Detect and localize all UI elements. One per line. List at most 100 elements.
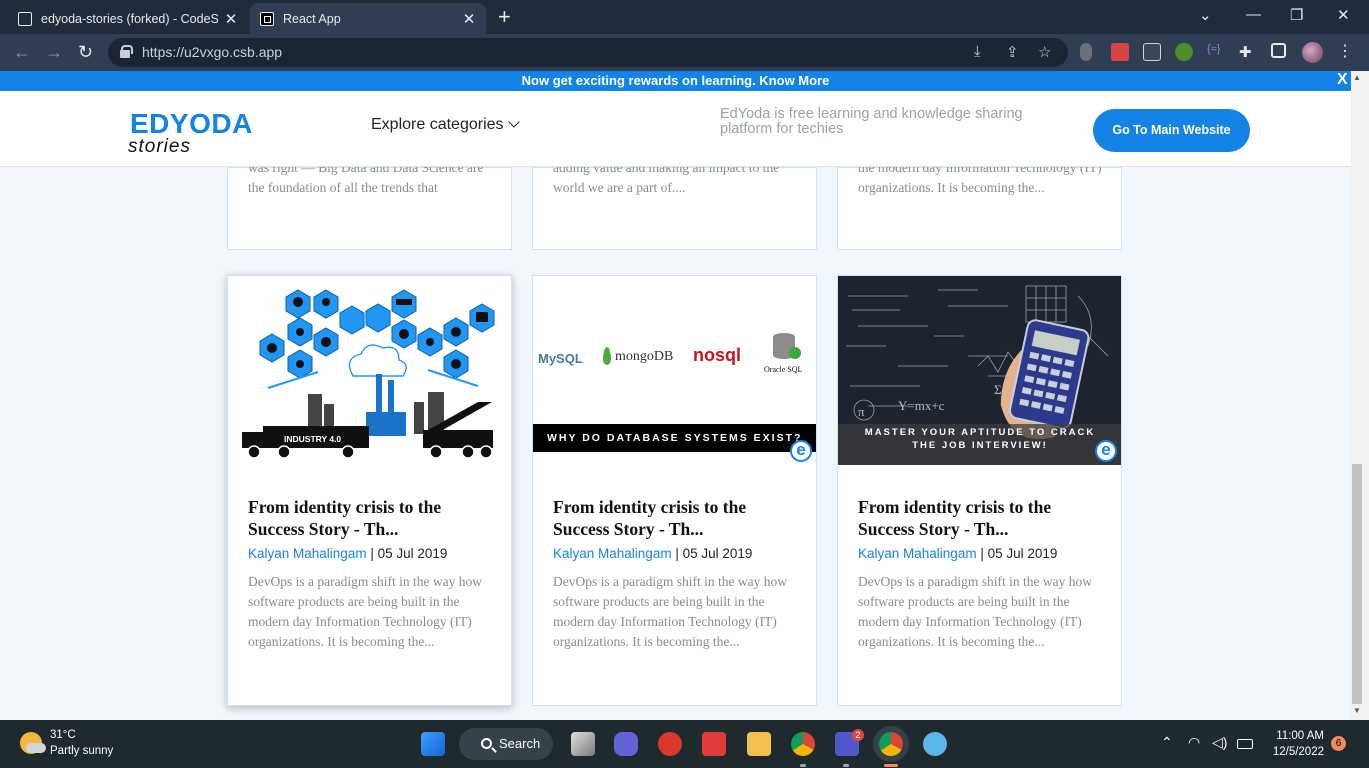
profile-avatar[interactable] — [1302, 42, 1323, 63]
clock[interactable]: 11:00 AM 12/5/2022 — [1270, 728, 1324, 760]
card-meta: Kalyan Mahalingam | 05 Jul 2019 — [553, 546, 752, 561]
card-date: 05 Jul 2019 — [987, 546, 1058, 561]
windows-start-icon[interactable] — [421, 732, 445, 756]
chrome-icon[interactable] — [791, 732, 815, 756]
card-date: 05 Jul 2019 — [682, 546, 753, 561]
address-bar[interactable]: https://u2vxgo.csb.app ⤓ ⇪ ☆ — [108, 38, 1068, 67]
article-card[interactable]: MySQL mongoDB nosql Oracle SQL WHY DO DA… — [532, 275, 817, 706]
thumb-caption: WHY DO DATABASE SYSTEMS EXIST? — [533, 424, 816, 452]
browser-toolbar: ← → ↻ https://u2vxgo.csb.app ⤓ ⇪ ☆ {≈} ✚… — [0, 34, 1369, 71]
battery-icon[interactable] — [1237, 739, 1253, 749]
scrollbar-thumb[interactable] — [1352, 464, 1362, 704]
weather-temperature[interactable]: 31°C — [50, 729, 76, 741]
extension-pen-icon[interactable] — [1143, 43, 1161, 61]
card-meta: Kalyan Mahalingam | 05 Jul 2019 — [858, 546, 1057, 561]
tab-search-chevron-icon[interactable]: ⌄ — [1199, 6, 1212, 24]
promo-banner[interactable]: Now get exciting rewards on learning. Kn… — [0, 71, 1351, 91]
card-title[interactable]: From identity crisis to the Success Stor… — [858, 496, 1103, 540]
lock-icon — [120, 45, 133, 58]
file-explorer-icon[interactable] — [747, 732, 771, 756]
explore-label: Explore categories — [371, 116, 504, 133]
extensions-puzzle-icon[interactable]: ✚ — [1239, 43, 1257, 61]
share-icon[interactable]: ⇪ — [1006, 43, 1019, 61]
codesandbox-favicon-icon — [18, 11, 32, 26]
extension-braces-icon[interactable]: {≈} — [1207, 43, 1225, 61]
task-view-icon[interactable] — [571, 732, 595, 756]
browser-menu-icon[interactable]: ⋮ — [1337, 41, 1353, 61]
close-tab-icon[interactable]: ✕ — [462, 10, 476, 28]
taskbar-search[interactable]: Search — [459, 728, 553, 760]
side-panel-icon[interactable] — [1271, 43, 1286, 58]
back-icon[interactable]: ← — [13, 42, 31, 63]
active-app-indicator — [884, 764, 898, 767]
extension-puzzle-red-icon[interactable] — [1111, 43, 1129, 61]
forward-icon[interactable]: → — [45, 42, 63, 63]
windows-taskbar: 31°C Partly sunny Search 2 ⌃ ◠ ◁) 11:00 … — [0, 720, 1369, 768]
thumb-caption: MASTER YOUR APTITUDE TO CRACK THE JOB IN… — [864, 427, 1096, 451]
minimize-icon[interactable]: — — [1246, 6, 1261, 23]
article-card[interactable]: the modern day Information Technology (I… — [837, 160, 1122, 250]
search-icon — [481, 738, 492, 749]
card-author[interactable]: Kalyan Mahalingam — [858, 546, 977, 561]
clock-date: 12/5/2022 — [1272, 746, 1324, 758]
card-thumbnail-database: MySQL mongoDB nosql Oracle SQL WHY DO DA… — [533, 276, 816, 465]
new-tab-icon[interactable]: + — [498, 5, 511, 29]
notification-badge[interactable]: 6 — [1331, 736, 1346, 751]
card-title[interactable]: From identity crisis to the Success Stor… — [248, 496, 493, 540]
go-to-main-website-button[interactable]: Go To Main Website — [1093, 109, 1250, 152]
app-red-icon[interactable] — [702, 732, 726, 756]
scroll-down-arrow-icon[interactable]: ▼ — [1353, 706, 1361, 715]
app-power-icon[interactable] — [658, 732, 682, 756]
oracle-sql-logo: Oracle SQL — [764, 365, 803, 374]
card-date: 05 Jul 2019 — [377, 546, 448, 561]
card-description: DevOps is a paradigm shift in the way ho… — [248, 574, 482, 649]
volume-icon[interactable]: ◁) — [1212, 734, 1227, 751]
article-card[interactable]: π Y=mx+c Σ MASTER YOUR APTITUDE TO CRACK T… — [837, 275, 1122, 706]
reload-icon[interactable]: ↻ — [78, 42, 93, 63]
wifi-icon[interactable]: ◠ — [1188, 734, 1200, 751]
article-card[interactable]: INDUSTRY 4.0 From identity crisis to the… — [227, 275, 512, 706]
maximize-icon[interactable]: ❐ — [1290, 6, 1303, 24]
article-card[interactable]: was right — Big Data and Data Science ar… — [227, 160, 512, 250]
promo-close-button[interactable]: X — [1337, 71, 1348, 89]
meta-separator: | — [366, 546, 378, 561]
weather-description[interactable]: Partly sunny — [50, 745, 113, 757]
extension-tree-icon[interactable] — [1175, 43, 1193, 61]
close-window-icon[interactable]: ✕ — [1337, 6, 1350, 24]
tab-codesandbox[interactable]: edyoda-stories (forked) - CodeSandbox ✕ — [8, 3, 248, 34]
close-tab-icon[interactable]: ✕ — [224, 10, 238, 28]
paint-icon[interactable] — [923, 732, 947, 756]
card-author[interactable]: Kalyan Mahalingam — [248, 546, 367, 561]
logo-stories[interactable]: stories — [128, 136, 191, 158]
card-description: DevOps is a paradigm shift in the way ho… — [858, 574, 1092, 649]
mysql-logo: MySQL — [538, 351, 583, 366]
card-title[interactable]: From identity crisis to the Success Stor… — [553, 496, 798, 540]
install-app-icon[interactable]: ⤓ — [974, 43, 981, 60]
scroll-up-arrow-icon[interactable]: ▲ — [1353, 73, 1361, 82]
weather-partly-sunny-icon[interactable] — [20, 732, 46, 754]
meet-icon[interactable] — [614, 732, 638, 756]
bookmark-star-icon[interactable]: ☆ — [1038, 43, 1051, 61]
tagline: EdYoda is free learning and knowledge sh… — [720, 106, 1023, 137]
mongodb-leaf-icon — [603, 347, 611, 365]
tab-title: edyoda-stories (forked) - CodeSandbox — [41, 11, 218, 26]
card-thumbnail-industry: INDUSTRY 4.0 — [228, 276, 511, 465]
card-meta: Kalyan Mahalingam | 05 Jul 2019 — [248, 546, 447, 561]
card-author[interactable]: Kalyan Mahalingam — [553, 546, 672, 561]
mongodb-logo: mongoDB — [615, 349, 674, 364]
card-thumbnail-aptitude: π Y=mx+c Σ MASTER YOUR APTITUDE TO CRACK T… — [838, 276, 1121, 465]
meta-separator: | — [671, 546, 683, 561]
tab-title: React App — [283, 11, 341, 26]
chrome-active-icon[interactable] — [879, 732, 903, 756]
tab-react-app[interactable]: React App ✕ — [250, 3, 486, 34]
article-card[interactable]: adding value and making an impact to the… — [532, 160, 817, 250]
browser-tab-strip: edyoda-stories (forked) - CodeSandbox ✕ … — [0, 0, 1369, 34]
extension-mic-icon[interactable] — [1080, 43, 1092, 61]
nosql-logo: nosql — [693, 345, 741, 365]
explore-categories-dropdown[interactable]: Explore categories — [371, 116, 520, 134]
tray-chevron-up-icon[interactable]: ⌃ — [1161, 734, 1173, 751]
site-header-overlay: EDYODA stories Explore categories EdYoda… — [0, 91, 1351, 167]
play-icon — [789, 347, 801, 359]
meta-separator: | — [976, 546, 988, 561]
clock-time: 11:00 AM — [1276, 730, 1324, 742]
